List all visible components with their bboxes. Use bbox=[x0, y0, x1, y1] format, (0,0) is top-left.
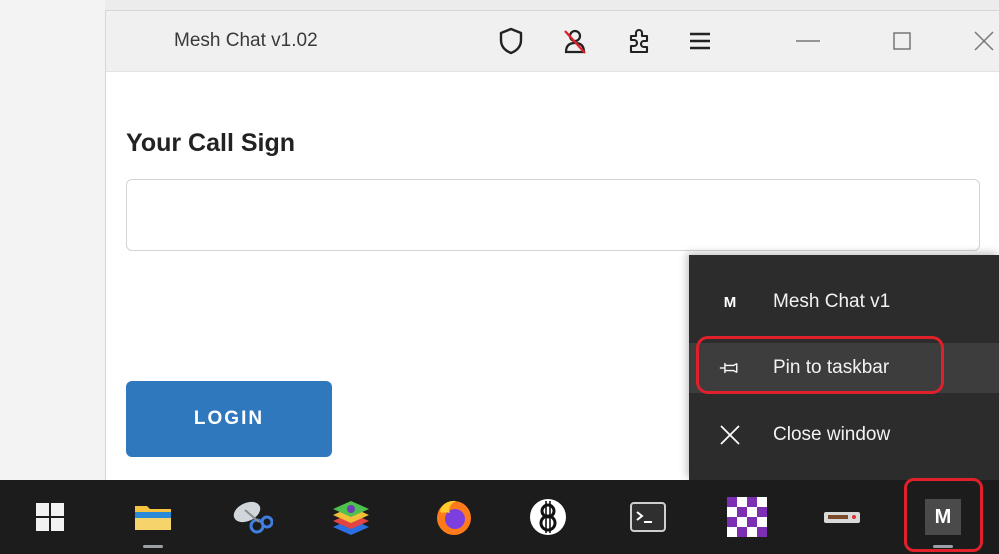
file-explorer-icon[interactable] bbox=[124, 488, 182, 548]
device-app-icon[interactable] bbox=[813, 488, 871, 546]
start-icon[interactable] bbox=[21, 488, 79, 546]
title-bar: Mesh Chat v1.02 bbox=[106, 11, 999, 72]
login-button[interactable]: LOGIN bbox=[126, 381, 332, 457]
window-top-edge bbox=[105, 0, 999, 10]
close-icon[interactable] bbox=[966, 25, 999, 57]
firefox-icon[interactable] bbox=[425, 488, 483, 546]
snipping-tool-icon[interactable] bbox=[223, 488, 281, 546]
mesh-chat-app-icon: M bbox=[723, 293, 737, 311]
callsign-label: Your Call Sign bbox=[126, 129, 295, 157]
terminal-icon[interactable] bbox=[619, 488, 677, 546]
mesh-chat-taskbar-button[interactable]: M bbox=[914, 488, 972, 548]
window-title: Mesh Chat v1.02 bbox=[174, 30, 318, 51]
close-window-item[interactable]: Close window bbox=[689, 410, 999, 460]
close-window-icon bbox=[719, 424, 741, 446]
minimize-icon[interactable] bbox=[790, 25, 826, 57]
running-indicator bbox=[143, 545, 163, 548]
pin-to-taskbar-label: Pin to taskbar bbox=[773, 357, 890, 378]
account-blocked-icon[interactable] bbox=[559, 25, 591, 57]
menu-icon[interactable] bbox=[684, 25, 716, 57]
jump-list-app-name: Mesh Chat v1 bbox=[773, 291, 891, 312]
taskbar-jump-list: M Mesh Chat v1 Pin to taskbar Close wind… bbox=[689, 255, 999, 480]
close-window-label: Close window bbox=[773, 424, 891, 445]
checker-app-icon[interactable] bbox=[718, 488, 776, 546]
maximize-icon[interactable] bbox=[884, 25, 920, 57]
taskbar: M bbox=[0, 480, 999, 554]
pin-icon bbox=[719, 357, 741, 379]
pin-to-taskbar-item[interactable]: Pin to taskbar bbox=[689, 343, 999, 393]
mesh-chat-taskbar-icon: M bbox=[925, 499, 961, 535]
desktop-background bbox=[0, 0, 105, 480]
extension-icon[interactable] bbox=[624, 25, 656, 57]
shield-icon[interactable] bbox=[495, 25, 527, 57]
callsign-input[interactable] bbox=[126, 179, 980, 251]
jump-list-app-item[interactable]: M Mesh Chat v1 bbox=[689, 277, 999, 327]
running-indicator bbox=[933, 545, 953, 548]
bluestacks-icon[interactable] bbox=[322, 488, 380, 546]
app-8-icon[interactable] bbox=[519, 488, 577, 546]
